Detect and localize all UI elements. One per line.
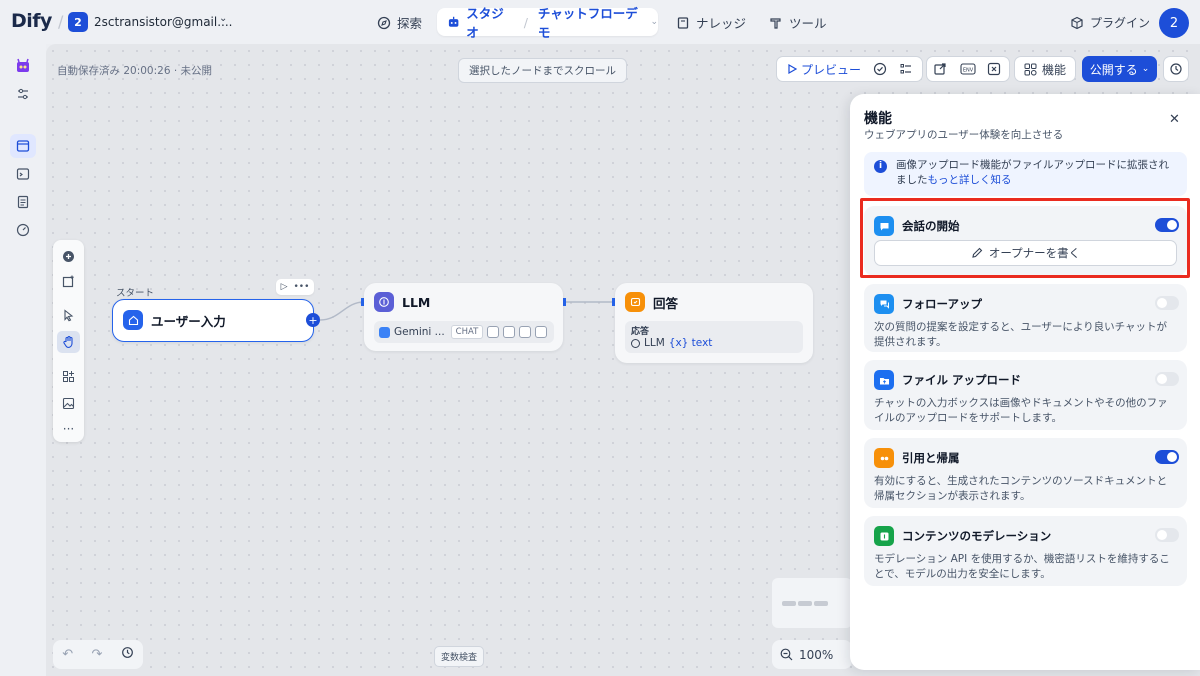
feature-desc: チャットの入力ボックスは画像やドキュメントやその他のファイルのアップロードをサポ… xyxy=(874,397,1168,424)
feature-desc: モデレーション API を使用するか、機密語リストを維持することで、モデルの出力… xyxy=(874,553,1170,580)
minimap[interactable] xyxy=(772,578,852,628)
home-icon xyxy=(123,310,143,330)
undo-redo-group: ↶ ↷ xyxy=(53,640,143,669)
play-icon[interactable]: ▷ xyxy=(281,282,288,292)
feature-citation: 引用と帰属 有効にすると、生成されたコンテンツのソースドキュメントと帰属セクショ… xyxy=(864,438,1187,508)
start-node-title: ユーザー入力 xyxy=(151,313,226,329)
more-icon[interactable]: ••• xyxy=(293,282,309,292)
answer-chat-icon xyxy=(625,292,645,312)
follow-up-chat-icon xyxy=(874,294,894,314)
folder-upload-icon xyxy=(874,370,894,390)
answer-label: 応答 xyxy=(631,327,650,337)
zoom-control[interactable]: 100% xyxy=(772,640,852,669)
image-icon xyxy=(519,326,532,338)
llm-node[interactable]: LLM Gemini ... CHAT xyxy=(364,283,563,351)
zoom-out-icon[interactable] xyxy=(780,648,793,661)
feature-file-upload: ファイル アップロード チャットの入力ボックスは画像やドキュメントやその他のファ… xyxy=(864,360,1187,430)
history-icon[interactable] xyxy=(121,646,134,663)
llm-source-icon xyxy=(631,338,640,348)
answer-source: LLM xyxy=(644,337,665,349)
llm-brain-icon xyxy=(374,292,394,312)
feature-title: コンテンツのモデレーション xyxy=(902,529,1052,543)
feature-title: 引用と帰属 xyxy=(902,451,960,465)
answer-var-name: {x} text xyxy=(668,337,713,349)
learn-more-link[interactable]: もっと詳しく知る xyxy=(928,174,1012,186)
llm-node-title: LLM xyxy=(402,294,431,310)
model-selector[interactable]: Gemini ... CHAT xyxy=(374,321,554,343)
feature-follow-up: フォローアップ 次の質問の提案を設定すると、ユーザーにより良いチャットが提供され… xyxy=(864,284,1187,352)
audio-icon xyxy=(535,326,548,338)
feature-desc: 次の質問の提案を設定すると、ユーザーにより良いチャットが提供されます。 xyxy=(874,321,1168,348)
close-icon[interactable]: ✕ xyxy=(1169,112,1180,127)
start-node-label: スタート xyxy=(116,288,155,299)
moderation-shield-icon xyxy=(874,526,894,546)
start-node[interactable]: ユーザー入力 xyxy=(112,299,314,342)
info-icon: i xyxy=(874,160,887,173)
feature-title: フォローアップ xyxy=(902,297,983,311)
vision-icon xyxy=(487,326,500,338)
highlight-box xyxy=(860,198,1190,278)
quote-icon xyxy=(874,448,894,468)
feature-title: ファイル アップロード xyxy=(902,373,1022,387)
file-upload-toggle[interactable] xyxy=(1155,372,1179,386)
start-node-controls[interactable]: ▷ ••• xyxy=(276,279,314,295)
answer-node-title: 回答 xyxy=(653,295,679,311)
panel-title: 機能 xyxy=(864,111,892,127)
answer-node[interactable]: 回答 応答 LLM {x} text xyxy=(615,283,813,363)
redo-icon[interactable]: ↷ xyxy=(91,647,102,662)
undo-icon[interactable]: ↶ xyxy=(62,647,73,662)
follow-up-toggle[interactable] xyxy=(1155,296,1179,310)
document-icon xyxy=(503,326,516,338)
citation-toggle[interactable] xyxy=(1155,450,1179,464)
gemini-icon xyxy=(379,326,390,338)
zoom-level: 100% xyxy=(799,647,834,662)
chat-mode-tag: CHAT xyxy=(450,325,484,339)
features-panel: 機能 ウェブアプリのユーザー体験を向上させる ✕ i 画像アップロード機能がファ… xyxy=(850,94,1200,670)
model-name: Gemini ... xyxy=(394,326,445,338)
answer-variable: LLM {x} text xyxy=(631,337,797,349)
variable-inspect-button[interactable]: 変数検査 xyxy=(434,646,485,667)
panel-subtitle: ウェブアプリのユーザー体験を向上させる xyxy=(864,129,1064,141)
feature-desc: 有効にすると、生成されたコンテンツのソースドキュメントと帰属セクションが表示され… xyxy=(874,475,1168,502)
answer-content: 応答 LLM {x} text xyxy=(625,321,803,353)
add-next-node-button[interactable]: + xyxy=(306,313,320,327)
info-banner: i 画像アップロード機能がファイルアップロードに拡張されましたもっと詳しく知る xyxy=(864,152,1187,196)
feature-moderation: コンテンツのモデレーション モデレーション API を使用するか、機密語リストを… xyxy=(864,516,1187,586)
moderation-toggle[interactable] xyxy=(1155,528,1179,542)
